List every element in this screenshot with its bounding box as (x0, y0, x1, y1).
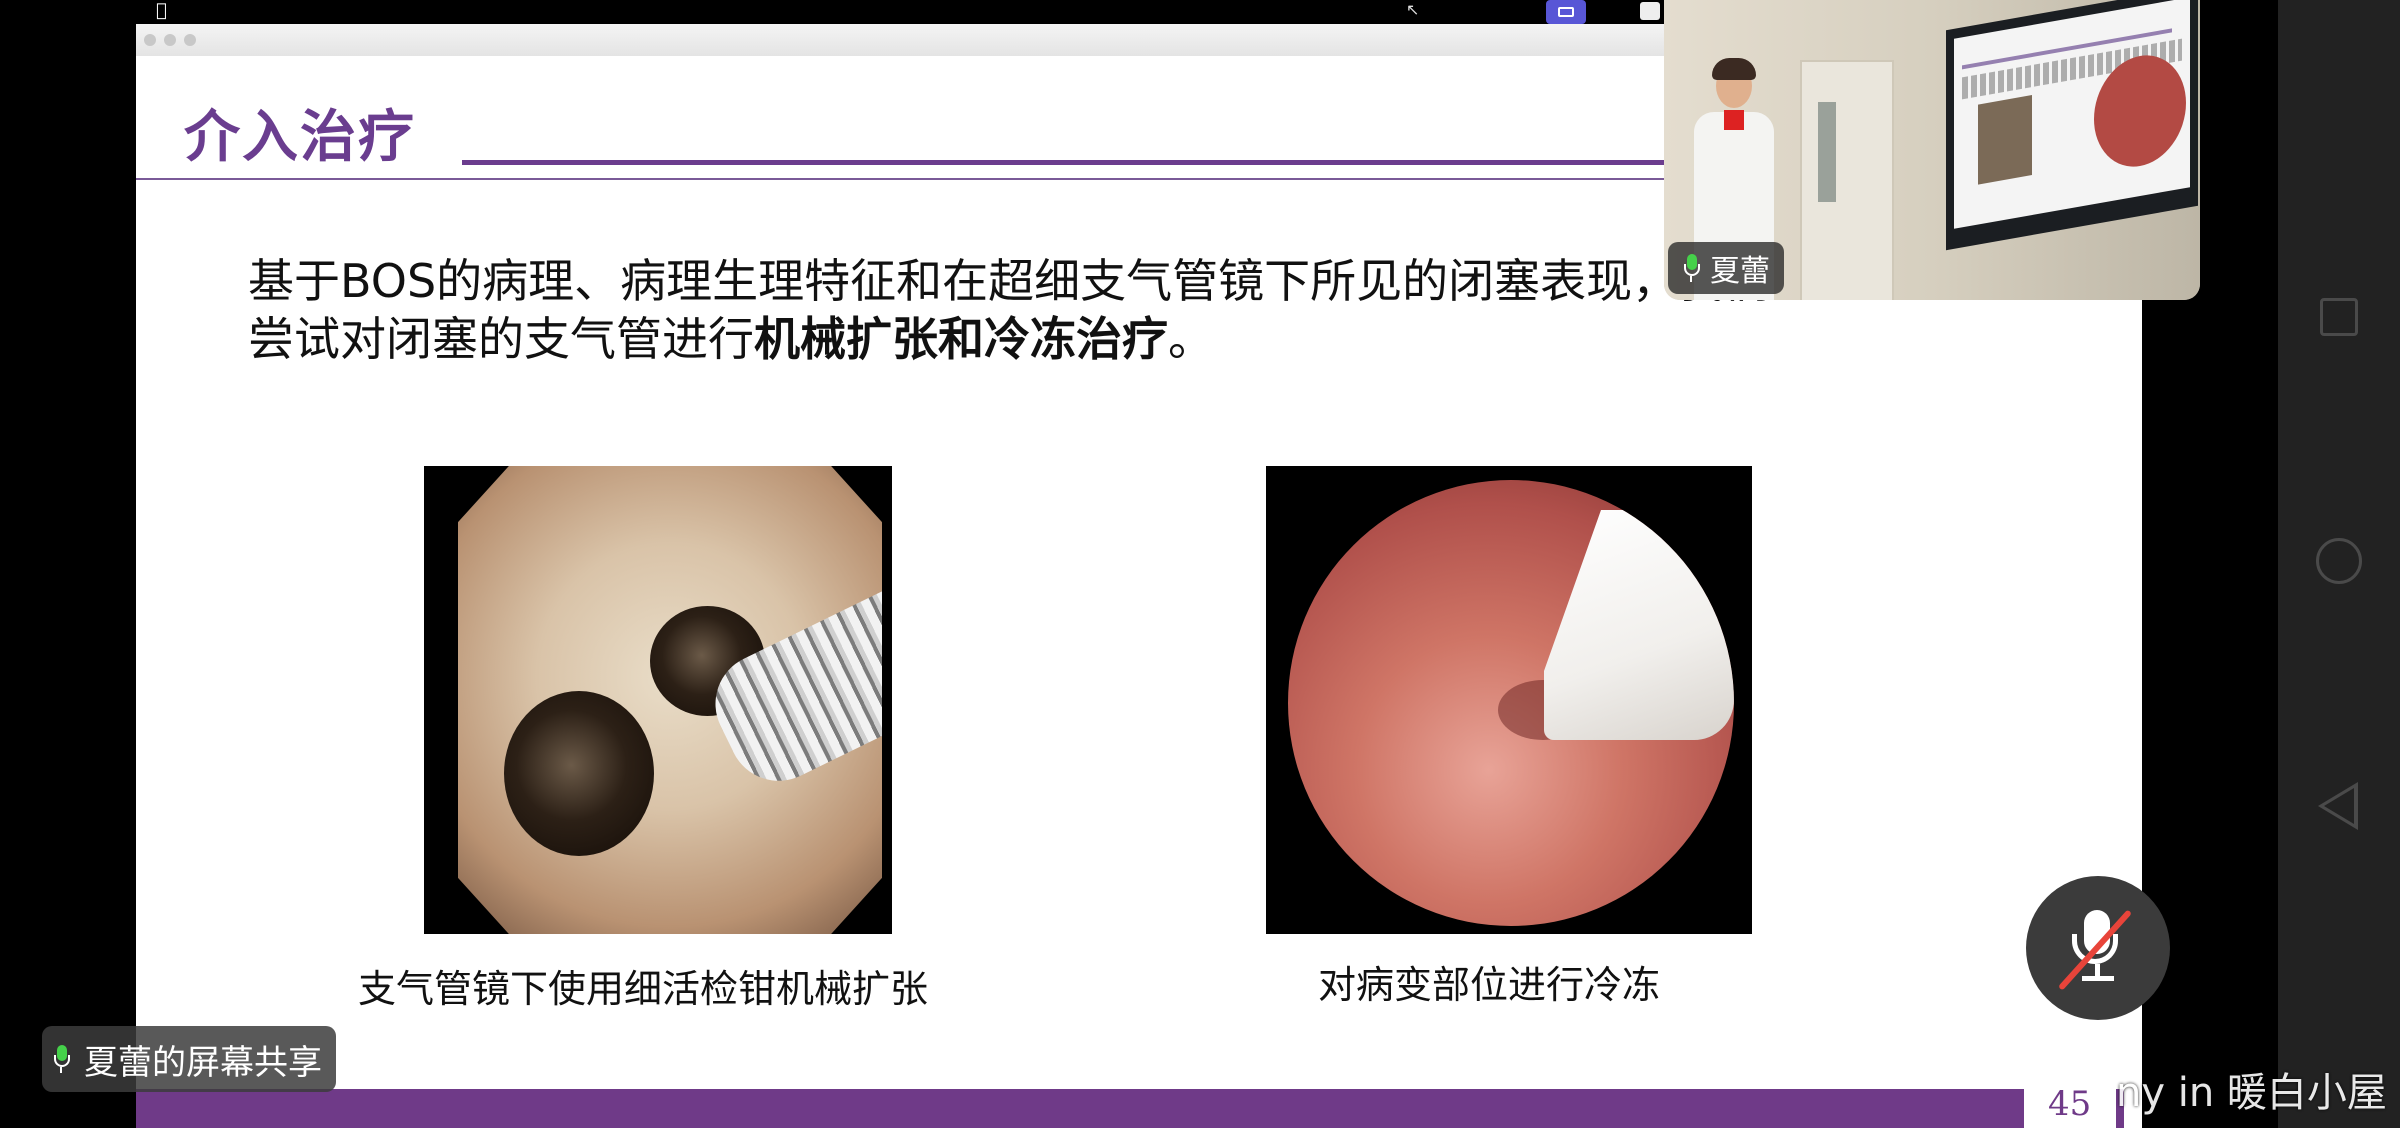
screen-share-icon (1546, 0, 1586, 24)
cryo-probe-tip (1544, 510, 1734, 740)
mic-base (2082, 976, 2114, 981)
app-icon (1640, 2, 1660, 20)
projected-slide (1954, 0, 2190, 229)
home-circle-icon[interactable] (2316, 538, 2362, 584)
recents-square-icon[interactable] (2320, 298, 2358, 336)
caption-left: 支气管镜下使用细活检钳机械扩张 (358, 967, 929, 1011)
minimize-dot-icon (164, 34, 176, 46)
speaker-name-chip: 夏蕾 (1668, 242, 1784, 294)
apple-icon:  (156, 1, 167, 21)
speaker-video-thumbnail[interactable]: 夏蕾 (1664, 0, 2200, 300)
speaker-name: 夏蕾 (1710, 254, 1770, 289)
slide-footer-band (136, 1089, 2024, 1128)
screen-share-label: 夏蕾的屏幕共享 (84, 1042, 322, 1083)
back-triangle-icon[interactable] (2318, 782, 2358, 830)
close-dot-icon (144, 34, 156, 46)
caption-right: 对病变部位进行冷冻 (1318, 963, 1661, 1007)
zoom-dot-icon (184, 34, 196, 46)
projected-image-left (1978, 95, 2032, 185)
mac-menu-bar:  ↖ (136, 0, 1666, 24)
door-glass (1818, 102, 1836, 202)
speaker-hair (1712, 58, 1756, 80)
bronchoscope-view (458, 466, 882, 934)
mic-active-icon (1684, 254, 1700, 282)
android-nav-bar (2278, 0, 2400, 1128)
cursor-icon: ↖ (1406, 0, 1420, 19)
slide-title: 介入治疗 (184, 105, 416, 170)
mic-mute-button[interactable] (2026, 876, 2170, 1020)
mic-active-icon (54, 1045, 70, 1073)
video-door (1800, 60, 1894, 300)
body-line-2-suffix: 。 (1168, 312, 1214, 366)
cryotherapy-image (1266, 466, 1752, 934)
body-line-2-prefix: 尝试对闭塞的支气管进行 (248, 312, 754, 366)
body-line-2-bold: 机械扩张和冷冻治疗 (754, 312, 1168, 366)
screen-share-chip: 夏蕾的屏幕共享 (42, 1026, 336, 1092)
collar (1724, 110, 1744, 130)
slide-page-number: 45 (2048, 1084, 2092, 1124)
bronchus-lumen-left (504, 691, 654, 856)
watermark: ny in 暖白小屋 (2116, 1070, 2387, 1116)
bronchoscopy-dilation-image (424, 466, 892, 934)
body-line-2: 尝试对闭塞的支气管进行机械扩张和冷冻治疗。 (248, 310, 2008, 368)
screen:  ↖ 介入治疗 基于BOS的病理、病理生理特征和在超细支气管镜下所见的闭塞表现… (0, 0, 2400, 1128)
cryo-scope-view (1288, 480, 1734, 926)
